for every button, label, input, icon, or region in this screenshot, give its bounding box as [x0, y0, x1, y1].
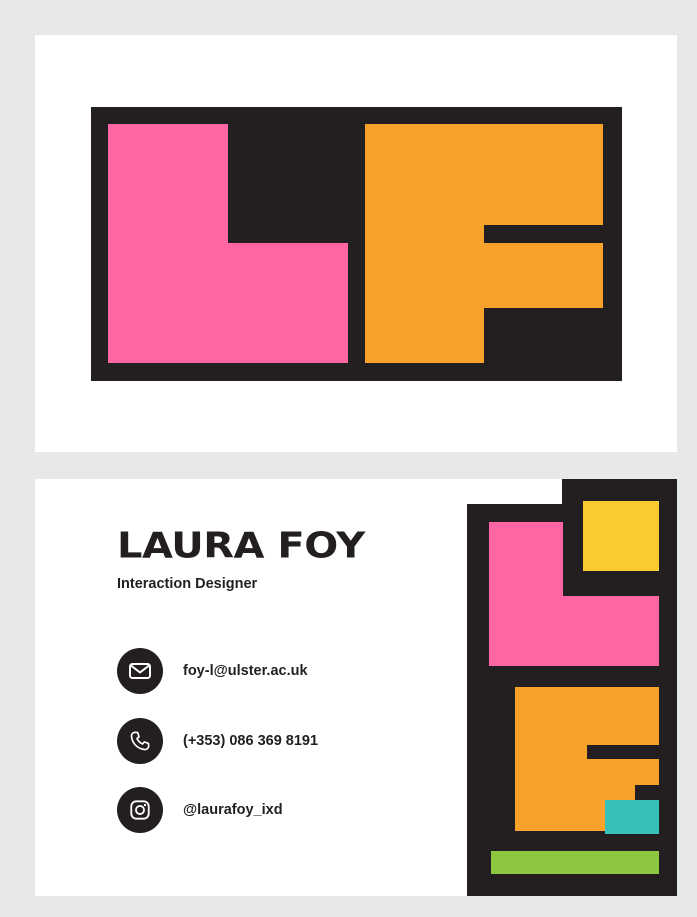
email-text: foy-l@ulster.ac.uk: [183, 663, 308, 679]
contact-phone[interactable]: (+353) 086 369 8191: [117, 718, 318, 764]
block-logo: [467, 479, 677, 896]
contact-instagram[interactable]: @laurafoy_ixd: [117, 787, 283, 833]
logo-f-notch: [484, 308, 603, 363]
business-card-front: [35, 35, 677, 452]
contact-email[interactable]: foy-l@ulster.ac.uk: [117, 648, 308, 694]
lf-logo: [91, 107, 622, 381]
phone-icon: [117, 718, 163, 764]
person-name: LAURA FOY: [117, 525, 365, 567]
mail-icon: [117, 648, 163, 694]
teal-block: [605, 800, 659, 834]
phone-text: (+353) 086 369 8191: [183, 733, 319, 749]
instagram-icon: [117, 787, 163, 833]
instagram-text: @laurafoy_ixd: [183, 802, 283, 818]
business-card-back: LAURA FOY Interaction Designer foy-l@uls…: [35, 479, 677, 896]
yellow-block: [583, 501, 659, 571]
green-bar: [491, 851, 659, 874]
job-title: Interaction Designer: [117, 576, 258, 592]
